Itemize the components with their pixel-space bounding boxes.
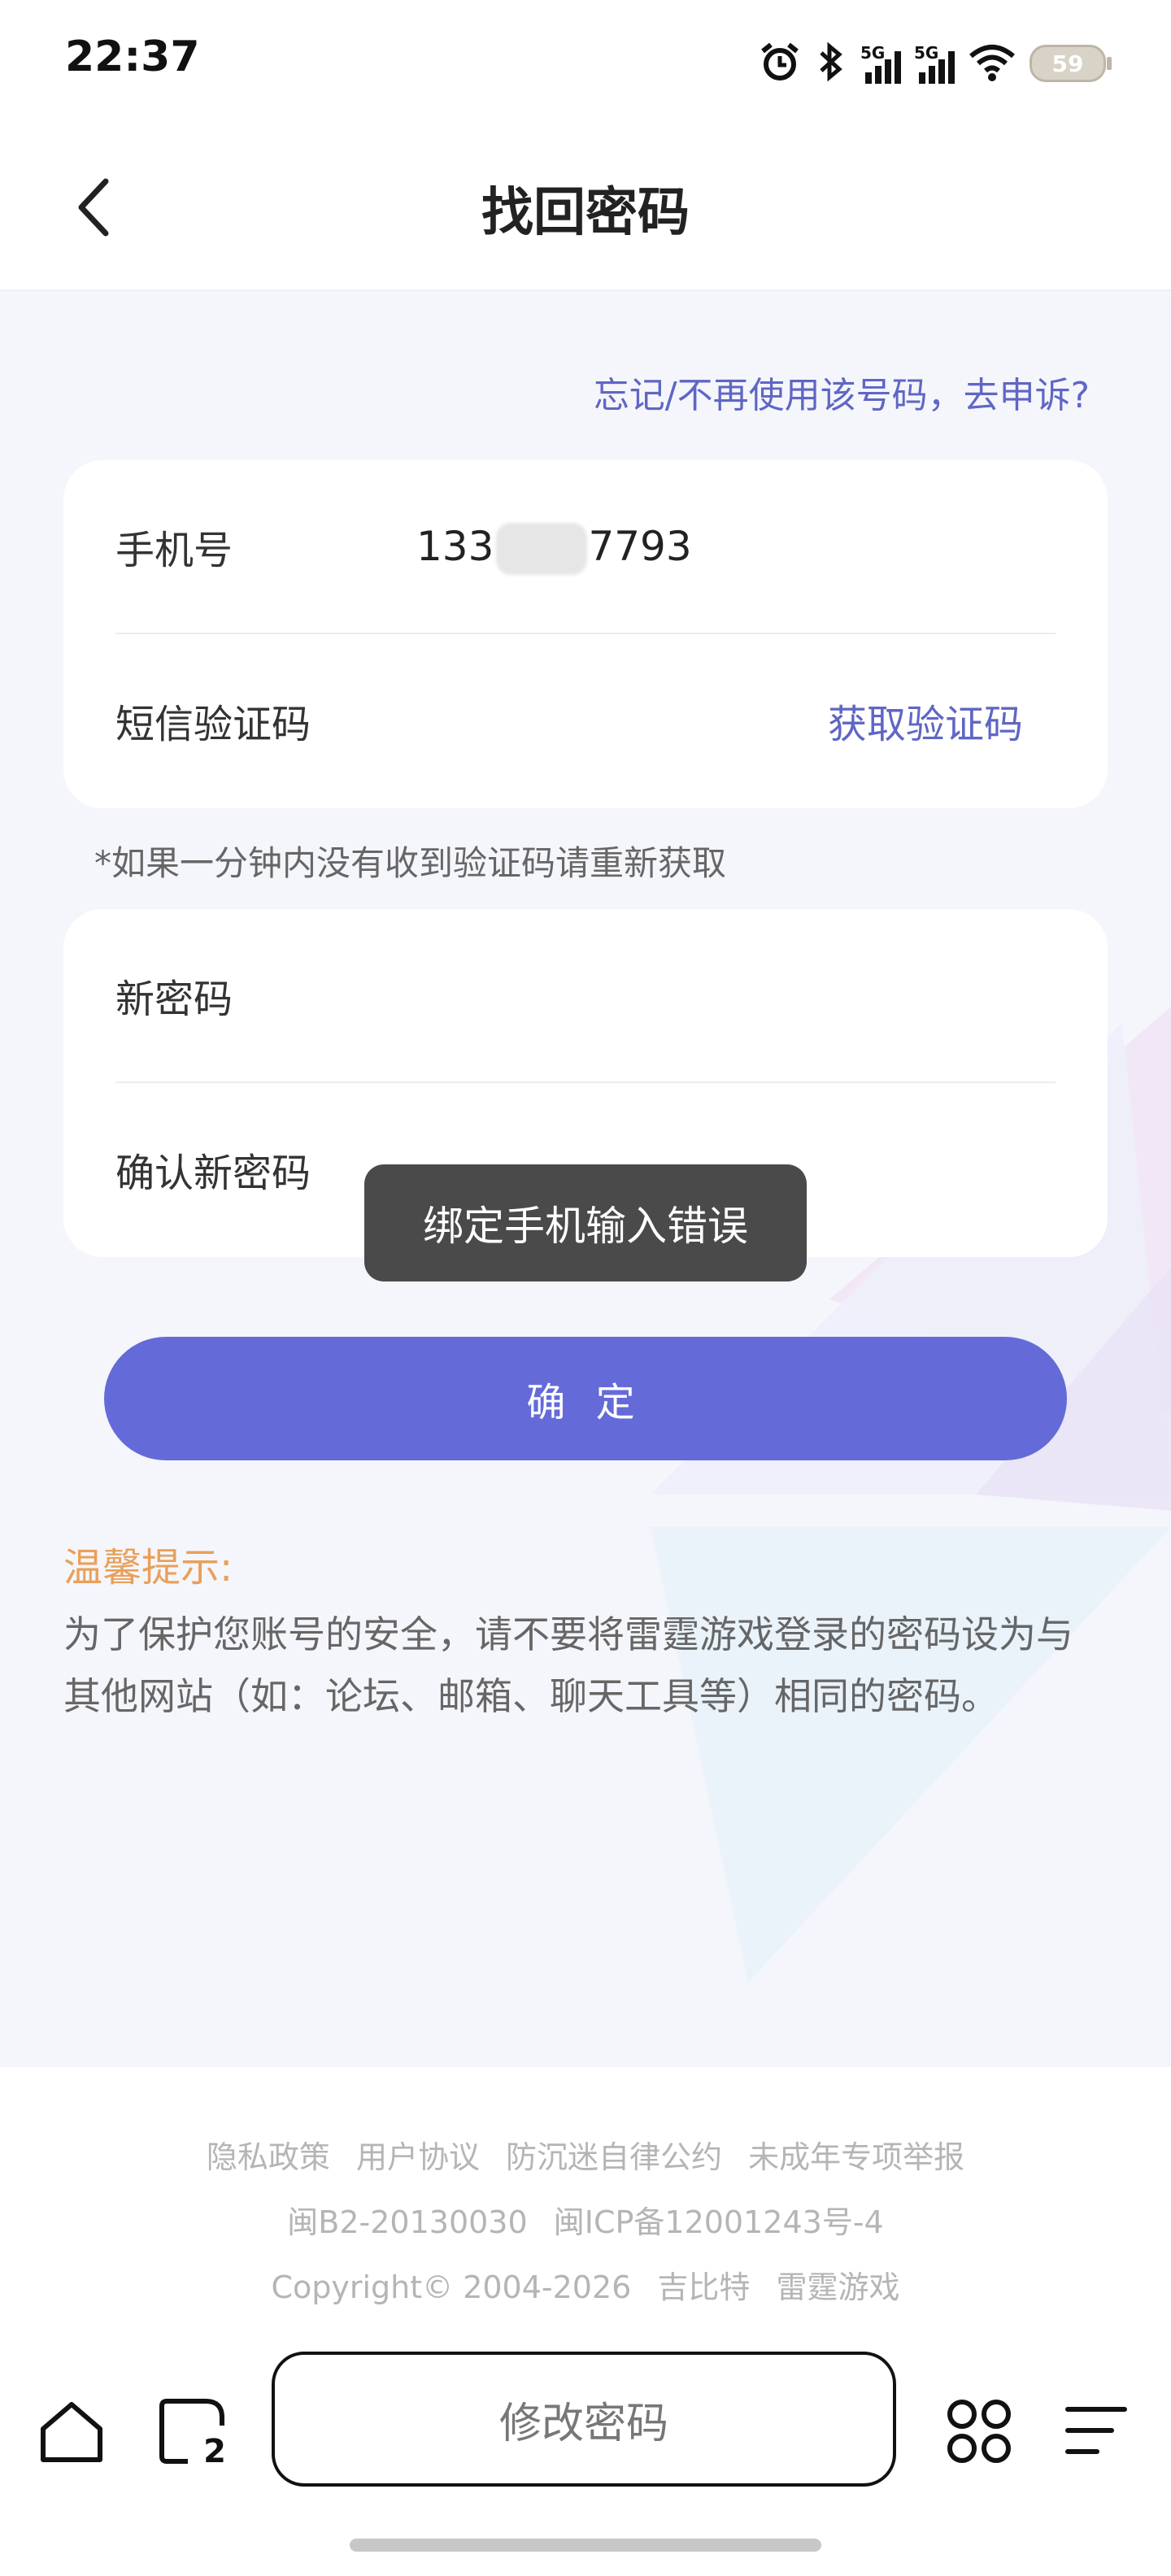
grid-icon — [947, 2400, 1011, 2463]
tabs-button[interactable]: 2 — [153, 2392, 231, 2470]
main-content: 忘记/不再使用该号码，去申诉? 手机号 133 7793 短信验证码 获取验证码 … — [0, 291, 1171, 2067]
footer-links: 隐私政策 用户协议 防沉迷自律公约 未成年专项举报 — [0, 2132, 1171, 2177]
footer-link-anti-addiction[interactable]: 防沉迷自律公约 — [506, 2139, 722, 2175]
footer-link-privacy[interactable]: 隐私政策 — [207, 2139, 330, 2175]
status-bar: 22:37 5G 5G 59 — [0, 0, 1171, 130]
status-icons: 5G 5G 59 — [758, 39, 1112, 88]
copyright-text: Copyright© 2004-2026 — [271, 2269, 632, 2305]
tab-count: 2 — [203, 2433, 226, 2470]
home-button[interactable] — [33, 2392, 111, 2470]
home-icon — [41, 2402, 102, 2462]
confirm-button[interactable]: 确 定 — [104, 1337, 1067, 1460]
page-header: 找回密码 — [0, 130, 1171, 291]
address-bar[interactable]: 修改密码 — [272, 2352, 896, 2487]
new-password-label: 新密码 — [115, 977, 233, 1022]
company-1: 吉比特 — [657, 2269, 751, 2305]
menu-icon — [1065, 2407, 1127, 2454]
get-code-button[interactable]: 获取验证码 — [828, 692, 1023, 749]
phone-mask — [496, 523, 587, 575]
phone-suffix: 7793 — [588, 523, 692, 570]
footer-link-agreement[interactable]: 用户协议 — [356, 2139, 480, 2175]
apps-button[interactable] — [940, 2392, 1018, 2470]
footer-link-report[interactable]: 未成年专项举报 — [748, 2139, 964, 2175]
sms-note: *如果一分钟内没有收到验证码请重新获取 — [94, 843, 727, 883]
footer-license-1[interactable]: 闽B2-20130030 — [287, 2204, 527, 2240]
browser-toolbar: 2 修改密码 — [0, 2343, 1171, 2576]
alarm-icon — [758, 40, 802, 87]
page-footer: 隐私政策 用户协议 防沉迷自律公约 未成年专项举报 闽B2-20130030 闽… — [0, 2067, 1171, 2343]
phone-verification-card: 手机号 133 7793 短信验证码 获取验证码 — [63, 460, 1108, 808]
footer-licenses: 闽B2-20130030 闽ICP备12001243号-4 — [0, 2197, 1171, 2242]
signal-icon-2: 5G — [914, 43, 955, 84]
home-indicator[interactable] — [350, 2539, 821, 2552]
sms-code-row[interactable]: 短信验证码 获取验证码 — [115, 634, 1056, 807]
tips-body: 为了保护您账号的安全，请不要将雷霆游戏登录的密码设为与其他网站（如：论坛、邮箱、… — [63, 1612, 1073, 1718]
phone-number[interactable]: 133 7793 — [416, 523, 692, 575]
phone-prefix: 133 — [416, 523, 494, 570]
bluetooth-icon — [815, 40, 847, 87]
menu-button[interactable] — [1057, 2392, 1135, 2470]
tips-title: 温馨提示: — [63, 1545, 233, 1590]
footer-license-2[interactable]: 闽ICP备12001243号-4 — [554, 2204, 884, 2240]
footer-copyright: Copyright© 2004-2026 吉比特 雷霆游戏 — [0, 2262, 1171, 2307]
new-password-row[interactable]: 新密码 — [115, 909, 1056, 1083]
battery-icon: 59 — [1030, 45, 1112, 82]
page-title: 找回密码 — [481, 183, 690, 243]
phone-label: 手机号 — [115, 528, 233, 573]
status-time: 22:37 — [65, 33, 200, 81]
company-2: 雷霆游戏 — [776, 2269, 900, 2305]
phone-row: 手机号 133 7793 — [115, 460, 1056, 634]
sms-code-label: 短信验证码 — [115, 702, 311, 747]
wifi-icon — [968, 41, 1016, 85]
error-toast: 绑定手机输入错误 — [364, 1164, 807, 1281]
appeal-link[interactable]: 忘记/不再使用该号码，去申诉? — [594, 366, 1090, 418]
signal-icon-1: 5G — [860, 43, 901, 84]
